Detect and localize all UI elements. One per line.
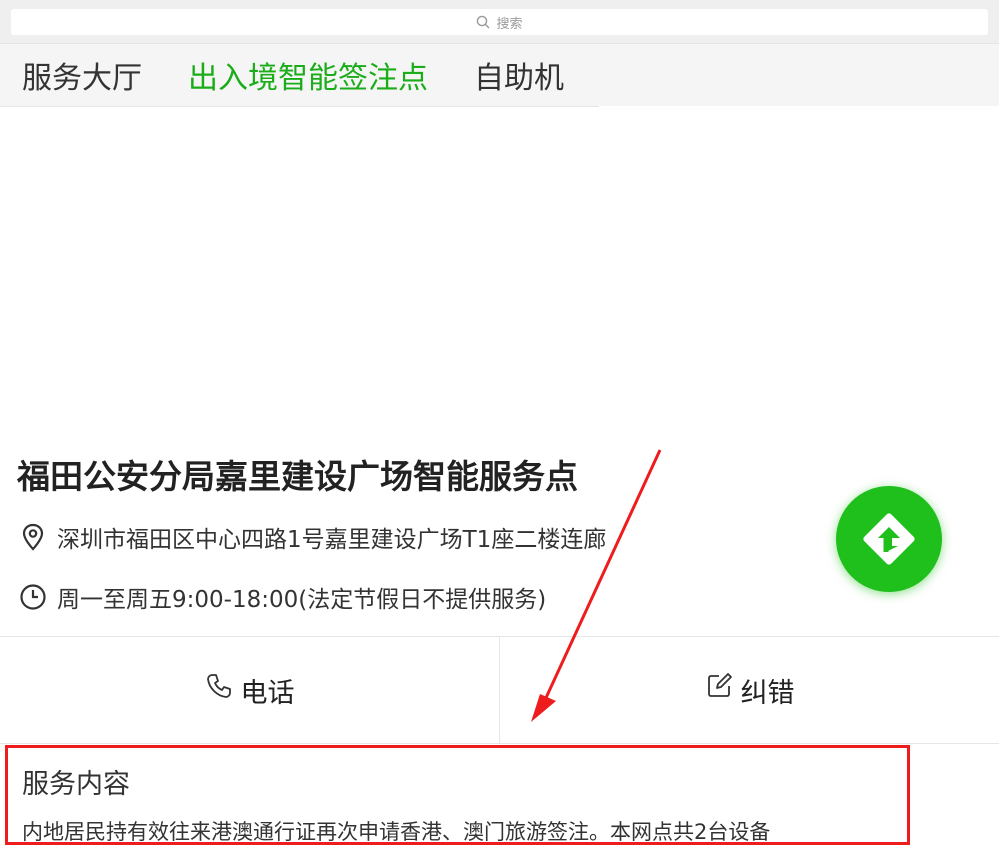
tab-bar: 服务大厅 出入境智能签注点 自助机	[0, 44, 599, 107]
phone-label: 电话	[240, 677, 295, 709]
clock-icon	[19, 583, 47, 611]
service-title: 服务内容	[22, 769, 130, 800]
search-input[interactable]: 搜索	[11, 9, 988, 35]
tab-bar-filler	[599, 44, 999, 106]
service-body: 内地居民持有效往来港澳通行证再次申请香港、澳门旅游签注。本网点共2台设备	[22, 820, 771, 844]
edit-icon	[705, 672, 733, 700]
search-icon	[477, 15, 490, 29]
hours-row: 周一至周五9:00-18:00(法定节假日不提供服务)	[19, 580, 546, 614]
hours-text: 周一至周五9:00-18:00(法定节假日不提供服务)	[57, 587, 547, 613]
phone-icon	[205, 672, 233, 700]
service-content-section: 服务内容 内地居民持有效往来港澳通行证再次申请香港、澳门旅游签注。本网点共2台设…	[5, 745, 910, 845]
tab-service-hall[interactable]: 服务大厅	[22, 53, 142, 97]
location-title: 福田公安分局嘉里建设广场智能服务点	[17, 457, 578, 496]
location-pin-icon	[19, 523, 47, 551]
correct-label: 纠错	[740, 677, 795, 709]
address-text: 深圳市福田区中心四路1号嘉里建设广场T1座二楼连廊	[57, 527, 607, 553]
top-bar: 搜索	[0, 0, 999, 44]
address-row: 深圳市福田区中心四路1号嘉里建设广场T1座二楼连廊	[19, 520, 606, 554]
navigation-button[interactable]	[836, 486, 942, 592]
search-placeholder: 搜索	[496, 16, 523, 32]
correct-button[interactable]: 纠错	[499, 637, 999, 743]
tab-smart-endorsement-point[interactable]: 出入境智能签注点	[188, 53, 428, 97]
phone-button[interactable]: 电话	[0, 637, 499, 743]
tab-self-service-machine[interactable]: 自助机	[474, 53, 564, 97]
navigation-turn-icon	[863, 513, 915, 565]
action-bar: 电话 纠错	[0, 636, 999, 744]
